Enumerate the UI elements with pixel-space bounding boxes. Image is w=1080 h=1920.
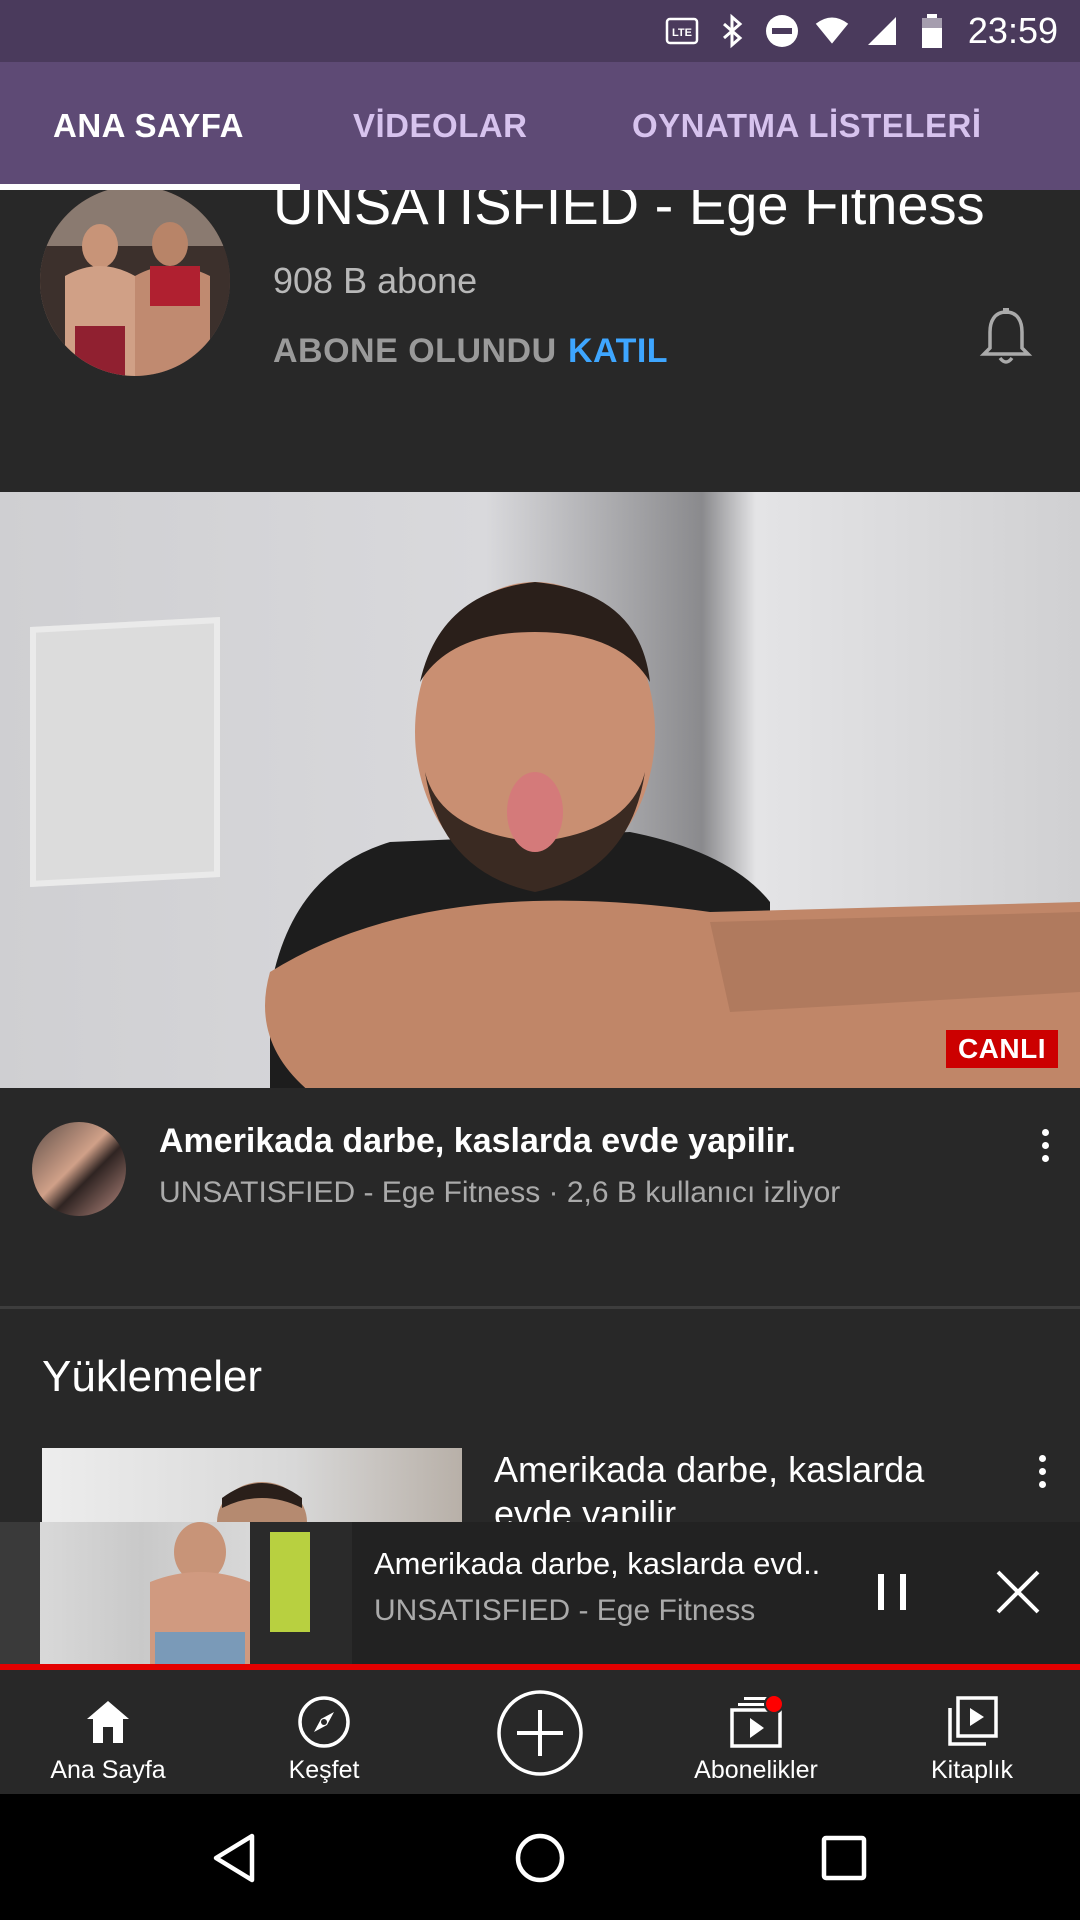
recents-icon[interactable] xyxy=(816,1830,872,1886)
tab-videos[interactable]: VİDEOLAR xyxy=(353,62,528,190)
channel-name: UNSATISFIED - Ege Fitness xyxy=(273,190,985,236)
video-frame-image xyxy=(265,582,1080,1088)
system-navigation-bar xyxy=(0,1794,1080,1920)
channel-avatar-small[interactable] xyxy=(32,1122,126,1216)
battery-icon xyxy=(914,13,950,49)
svg-text:LTE: LTE xyxy=(672,27,692,39)
tab-playlists[interactable]: OYNATMA LİSTELERİ xyxy=(632,62,982,190)
nav-explore-label: Keşfet xyxy=(288,1756,360,1784)
nav-library[interactable]: Kitaplık xyxy=(864,1670,1080,1794)
video-title[interactable]: Amerikada darbe, kaslarda evde yapilir. xyxy=(159,1122,796,1161)
mini-player[interactable]: Amerikada darbe, kaslarda evd.. UNSATISF… xyxy=(0,1522,1080,1664)
nav-home-label: Ana Sayfa xyxy=(50,1756,166,1784)
mini-player-thumbnail[interactable] xyxy=(0,1522,352,1664)
join-button[interactable]: KATIL xyxy=(568,332,668,371)
channel-avatar[interactable] xyxy=(40,190,230,376)
nav-explore[interactable]: Keşfet xyxy=(216,1670,432,1794)
featured-video-thumbnail[interactable]: CANLI xyxy=(0,492,1080,1088)
mini-player-title[interactable]: Amerikada darbe, kaslarda evd.. xyxy=(374,1546,820,1582)
signal-icon xyxy=(864,13,900,49)
mini-player-channel: UNSATISFIED - Ege Fitness xyxy=(374,1594,756,1627)
library-icon xyxy=(942,1692,1002,1752)
volte-icon: LTE xyxy=(664,13,700,49)
nav-library-label: Kitaplık xyxy=(931,1756,1013,1784)
notification-dot xyxy=(764,1694,784,1714)
subscriptions-icon xyxy=(726,1692,786,1752)
subscribed-button[interactable]: ABONE OLUNDU xyxy=(273,332,557,371)
nav-subscriptions[interactable]: Abonelikler xyxy=(648,1670,864,1794)
live-badge: CANLI xyxy=(945,1030,1058,1068)
clock: 23:59 xyxy=(967,10,1058,51)
channel-tab-bar: ANA SAYFA VİDEOLAR OYNATMA LİSTELERİ xyxy=(0,62,1080,190)
upload-title[interactable]: Amerikada darbe, kaslarda evde yapilir. xyxy=(494,1448,994,1522)
notification-bell-icon[interactable] xyxy=(978,306,1034,370)
nav-subscriptions-label: Abonelikler xyxy=(694,1756,818,1784)
uploads-section-title: Yüklemeler xyxy=(42,1352,263,1401)
bluetooth-icon xyxy=(714,13,750,49)
channel-header: UNSATISFIED - Ege Fitness 908 B abone AB… xyxy=(0,190,1080,492)
subscriber-count: 908 B abone xyxy=(273,260,478,301)
section-divider xyxy=(0,1306,1080,1309)
nav-home[interactable]: Ana Sayfa xyxy=(0,1670,216,1794)
wifi-icon xyxy=(814,13,850,49)
video-meta: UNSATISFIED - Ege Fitness · 2,6 B kullan… xyxy=(159,1176,841,1209)
nav-create[interactable] xyxy=(432,1670,648,1794)
back-icon[interactable] xyxy=(208,1830,264,1886)
pause-icon[interactable] xyxy=(868,1566,916,1618)
create-icon xyxy=(495,1688,585,1778)
bottom-navigation: Ana Sayfa Keşfet Abonelikler Kitaplık xyxy=(0,1670,1080,1794)
upload-more-options-icon[interactable] xyxy=(1027,1446,1057,1496)
more-options-icon[interactable] xyxy=(1030,1120,1060,1170)
dnd-icon xyxy=(764,13,800,49)
explore-icon xyxy=(294,1692,354,1752)
home-icon xyxy=(78,1692,138,1752)
tab-home[interactable]: ANA SAYFA xyxy=(53,62,244,190)
wall-panel xyxy=(30,617,220,887)
home-button-icon[interactable] xyxy=(512,1830,568,1886)
close-icon[interactable] xyxy=(992,1566,1044,1618)
status-bar: LTE 23:59 xyxy=(0,0,1080,62)
featured-video-info[interactable]: Amerikada darbe, kaslarda evde yapilir. … xyxy=(0,1088,1080,1306)
upload-thumbnail[interactable] xyxy=(42,1448,462,1522)
